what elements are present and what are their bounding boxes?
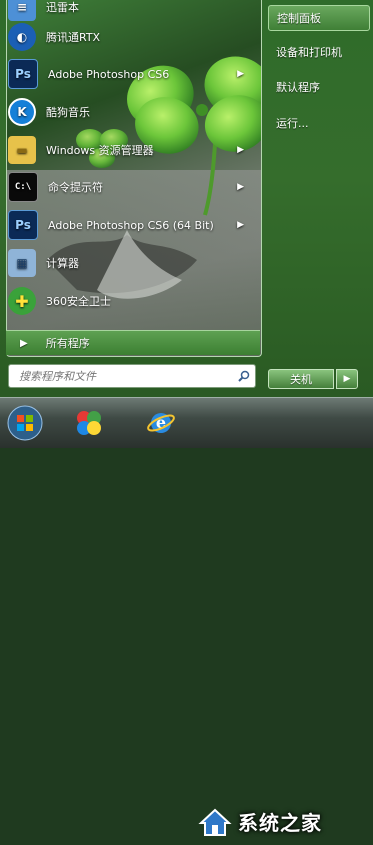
ie-icon[interactable]: e xyxy=(142,404,180,442)
photoshop-icon: Ps xyxy=(8,210,38,240)
program-item-photoshop[interactable]: Ps Adobe Photoshop CS6 ▶ xyxy=(8,59,248,89)
program-item-cmd[interactable]: C:\ 命令提示符 ▶ xyxy=(8,172,248,202)
program-item-rtx[interactable]: ◐ 腾讯通RTX xyxy=(8,22,248,52)
calculator-icon: ▦ xyxy=(8,249,36,277)
program-label: 命令提示符 xyxy=(48,181,103,194)
taskbar: e 系统之家 xyxy=(0,397,373,836)
start-orb-icon[interactable] xyxy=(6,404,44,442)
program-label: 腾讯通RTX xyxy=(46,31,101,44)
program-item-explorer[interactable]: ▬ Windows 资源管理器 ▶ xyxy=(8,135,248,165)
program-label: Windows 资源管理器 xyxy=(46,144,154,157)
program-item-calculator[interactable]: ▦ 计算器 xyxy=(8,248,248,278)
program-label: 酷狗音乐 xyxy=(46,106,90,119)
control-panel-label: 控制面板 xyxy=(277,12,321,25)
devices-printers-label: 设备和打印机 xyxy=(276,46,342,59)
folder-icon: ▬ xyxy=(8,136,36,164)
program-label: 计算器 xyxy=(46,257,79,270)
devices-printers-link[interactable]: 设备和打印机 xyxy=(268,39,370,65)
search-input[interactable] xyxy=(17,365,233,387)
program-item-360-safe[interactable]: ✚ 360安全卫士 xyxy=(8,286,248,316)
360-safe-icon: ✚ xyxy=(8,287,36,315)
program-label: 360安全卫士 xyxy=(46,295,111,308)
submenu-arrow-icon[interactable]: ▶ xyxy=(237,145,244,155)
shutdown-label: 关机 xyxy=(290,373,312,386)
play-arrow-icon: ▶ xyxy=(20,337,28,349)
house-icon xyxy=(198,808,232,836)
run-label: 运行... xyxy=(276,117,309,130)
search-box[interactable] xyxy=(8,364,256,388)
watermark-text: 系统之家 xyxy=(238,811,322,835)
shutdown-options-arrow-icon[interactable]: ▶ xyxy=(336,369,358,389)
rtx-icon: ◐ xyxy=(8,23,36,51)
control-panel-link[interactable]: 控制面板 xyxy=(268,5,370,31)
submenu-arrow-icon[interactable]: ▶ xyxy=(237,220,244,230)
cmd-icon: C:\ xyxy=(8,172,38,202)
start-menu: ≡ 迅雷本 ◐ 腾讯通RTX Ps Adobe Photoshop CS6 ▶ … xyxy=(0,0,373,397)
program-item-kugou[interactable]: K 酷狗音乐 xyxy=(8,97,248,127)
program-item-xunlei[interactable]: ≡ 迅雷本 xyxy=(8,0,248,22)
default-programs-label: 默认程序 xyxy=(276,81,320,94)
xunlei-icon: ≡ xyxy=(8,0,36,21)
all-programs-button[interactable]: ▶ 所有程序 xyxy=(6,330,260,355)
photoshop-icon: Ps xyxy=(8,59,38,89)
run-link[interactable]: 运行... xyxy=(268,110,370,136)
shutdown-button[interactable]: 关机 xyxy=(268,369,334,389)
submenu-arrow-icon[interactable]: ▶ xyxy=(237,69,244,79)
program-label: 迅雷本 xyxy=(46,1,79,14)
program-label: Adobe Photoshop CS6 xyxy=(48,67,170,81)
kugou-icon: K xyxy=(8,98,36,126)
submenu-arrow-icon[interactable]: ▶ xyxy=(237,182,244,192)
search-icon[interactable] xyxy=(233,370,255,382)
program-label: Adobe Photoshop CS6 (64 Bit) xyxy=(48,218,214,232)
program-item-photoshop-64[interactable]: Ps Adobe Photoshop CS6 (64 Bit) ▶ xyxy=(8,210,248,240)
shutdown-group: 关机 ▶ xyxy=(268,369,358,389)
default-programs-link[interactable]: 默认程序 xyxy=(268,74,370,100)
all-programs-label: 所有程序 xyxy=(45,337,90,350)
360-browser-icon[interactable] xyxy=(70,404,108,442)
watermark-logo: 系统之家 xyxy=(198,798,373,845)
